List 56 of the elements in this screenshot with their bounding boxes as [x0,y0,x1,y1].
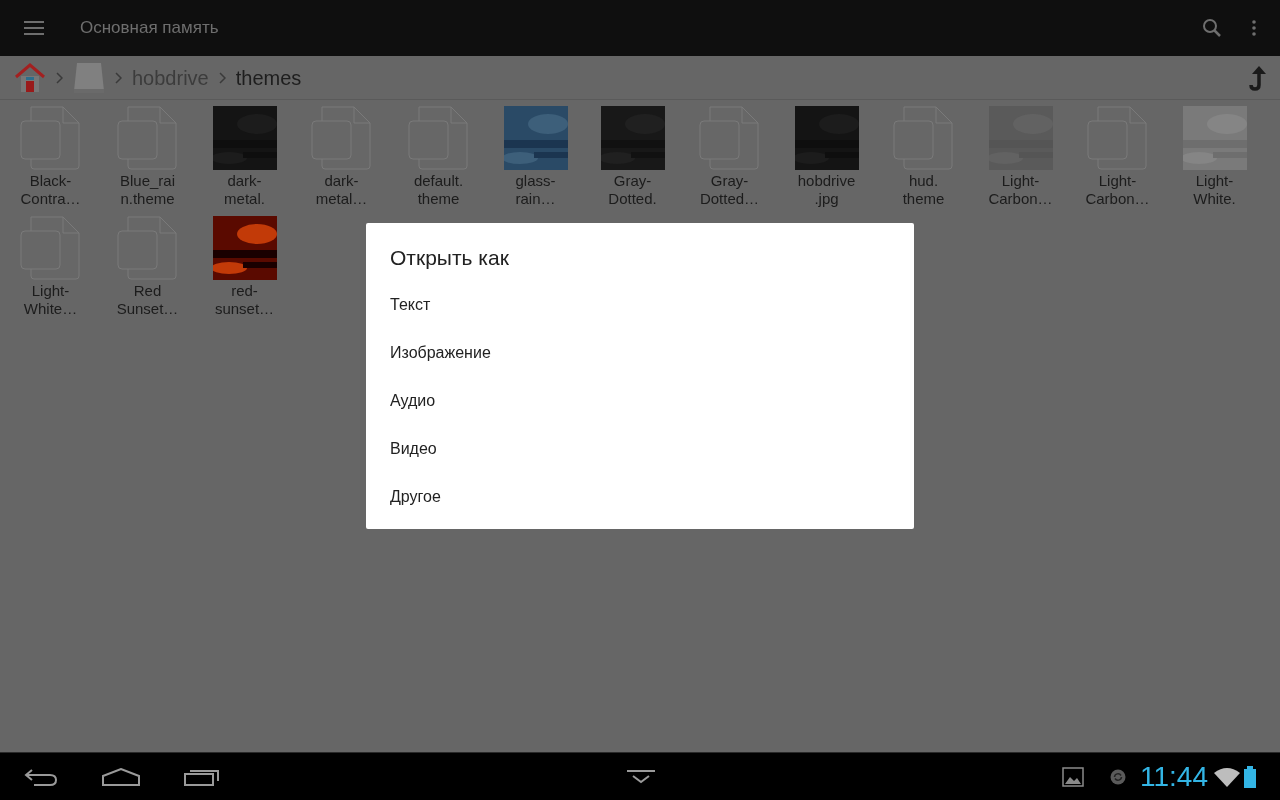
file-item[interactable]: red- sunset… [196,216,293,326]
file-item[interactable]: Light- Carbon… [1069,106,1166,216]
battery-icon [1244,765,1256,788]
back-icon[interactable] [24,767,58,786]
dialog-option[interactable]: Текст [390,281,890,329]
chevron-icon [218,71,226,84]
file-item[interactable]: Light- White… [2,216,99,326]
chevron-down-icon[interactable] [626,769,656,784]
chevron-icon [115,71,122,84]
app-title: Основная память [80,17,219,40]
sync-icon [1110,768,1126,785]
wifi-icon [1214,766,1240,787]
image-icon [1062,766,1084,787]
file-name: Blue_rai n.theme [119,172,175,208]
file-name: Black- Contra… [20,172,81,208]
more-options-icon[interactable] [1252,20,1256,36]
file-item[interactable]: Light- White. [1166,106,1263,216]
file-item[interactable]: dark- metal… [293,106,390,216]
search-icon[interactable] [1202,18,1222,38]
file-name: Gray- Dotted… [699,172,760,208]
file-item[interactable]: Black- Contra… [2,106,99,216]
file-item[interactable]: Gray- Dotted. [584,106,681,216]
file-name: Light- Carbon… [1085,172,1150,208]
file-name: hobdrive .jpg [797,172,856,208]
menu-icon[interactable] [24,21,44,35]
file-item[interactable]: Light- Carbon… [972,106,1069,216]
home-icon[interactable] [102,767,140,786]
file-name: glass- rain… [515,172,556,208]
dialog-option[interactable]: Другое [390,473,890,521]
file-name: default. theme [413,172,464,208]
breadcrumb-item[interactable]: themes [235,62,302,93]
file-name: Red Sunset… [116,282,179,318]
file-name: hud. theme [902,172,945,208]
dialog-option[interactable]: Аудио [390,377,890,425]
file-item[interactable]: dark- metal. [196,106,293,216]
clock: 11:44 [1140,759,1208,794]
file-name: Light- White. [1193,172,1236,208]
dialog-title: Открыть как [390,245,510,271]
file-item[interactable]: hud. theme [875,106,972,216]
file-item[interactable]: Red Sunset… [99,216,196,326]
file-name: dark- metal… [315,172,368,208]
file-item[interactable]: Blue_rai n.theme [99,106,196,216]
file-name: Light- White… [23,282,78,318]
dialog-option[interactable]: Изображение [390,329,890,377]
file-name: Gray- Dotted. [608,172,657,208]
up-arrow-icon[interactable] [1248,64,1266,91]
file-item[interactable]: glass- rain… [487,106,584,216]
file-item[interactable]: default. theme [390,106,487,216]
dialog-option[interactable]: Видео [390,425,890,473]
file-item[interactable]: Gray- Dotted… [681,106,778,216]
recent-apps-icon[interactable] [184,767,220,786]
chevron-icon [56,71,63,84]
file-name: Light- Carbon… [988,172,1053,208]
file-name: dark- metal. [224,172,265,208]
file-name: red- sunset… [214,282,275,318]
file-item[interactable]: hobdrive .jpg [778,106,875,216]
